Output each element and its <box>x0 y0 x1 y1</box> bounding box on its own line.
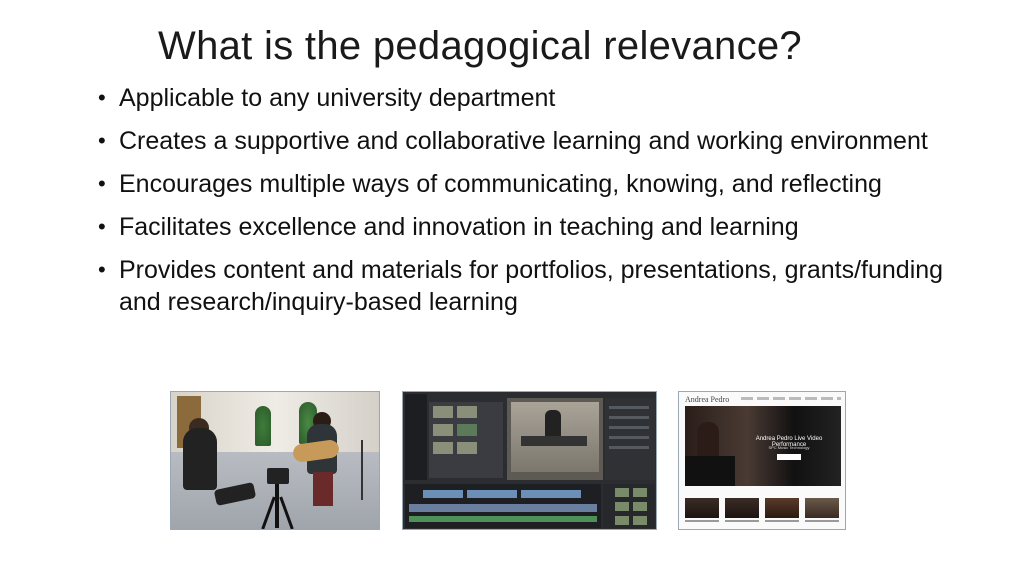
photo-mic-stand <box>361 440 363 500</box>
inspector-row <box>609 406 649 409</box>
slide-title: What is the pedagogical relevance? <box>158 24 802 68</box>
timeline-clip <box>467 490 517 498</box>
editor-browser-thumb <box>433 406 453 418</box>
timeline-clip <box>409 504 597 512</box>
bullet-icon: • <box>98 85 106 110</box>
bullet-text: Encourages multiple ways of communicatin… <box>119 170 882 198</box>
website-video-thumb <box>765 498 799 518</box>
website-video-caption <box>765 520 799 522</box>
bullet-text: Provides content and materials for portf… <box>119 256 944 316</box>
bullet-text: Facilitates excellence and innovation in… <box>119 213 799 241</box>
timeline-audio <box>409 516 597 522</box>
website-screenshot: Andrea Pedro Andrea Pedro Live Video Per… <box>678 391 846 530</box>
website-video-caption <box>685 520 719 522</box>
editor-browser-thumb <box>457 406 477 418</box>
photo-camera <box>267 468 289 484</box>
bullet-icon: • <box>98 128 106 153</box>
website-video-thumb <box>685 498 719 518</box>
website-hero-button <box>777 454 801 460</box>
website-hero-subtitle: SPC Music Technology <box>768 445 810 450</box>
bullet-item: • Applicable to any university department <box>98 82 978 114</box>
bullet-item: • Encourages multiple ways of communicati… <box>98 168 978 200</box>
website-video-thumb <box>725 498 759 518</box>
website-hero-piano <box>685 456 735 486</box>
recording-session-photo <box>170 391 380 530</box>
editor-browser-thumb <box>457 424 477 436</box>
inspector-row <box>609 426 649 429</box>
photo-legs <box>313 472 333 506</box>
bullet-icon: • <box>98 257 106 282</box>
editor-browser-thumb <box>433 424 453 436</box>
bullet-item: • Provides content and materials for port… <box>98 254 978 318</box>
editor-effects-panel <box>603 484 655 528</box>
website-video-thumb <box>805 498 839 518</box>
timeline-clip <box>521 490 581 498</box>
effect-thumb <box>615 516 629 525</box>
effect-thumb <box>615 488 629 497</box>
editor-inspector <box>605 398 655 480</box>
effect-thumb <box>633 488 647 497</box>
editor-library-panel <box>405 394 427 480</box>
effect-thumb <box>633 502 647 511</box>
image-strip: Andrea Pedro Andrea Pedro Live Video Per… <box>0 391 1024 531</box>
editor-viewer-instrument <box>521 436 587 446</box>
bullet-text: Applicable to any university department <box>119 84 556 112</box>
website-video-caption <box>805 520 839 522</box>
photo-person-kneeling <box>183 428 217 490</box>
bullet-icon: • <box>98 214 106 239</box>
inspector-row <box>609 436 649 439</box>
website-video-caption <box>725 520 759 522</box>
bullet-text: Creates a supportive and collaborative l… <box>119 127 928 155</box>
timeline-clip <box>423 490 463 498</box>
photo-plant <box>255 406 271 446</box>
website-nav <box>741 397 841 400</box>
slide: What is the pedagogical relevance? • Appl… <box>0 0 1024 576</box>
editor-browser-thumb <box>433 442 453 454</box>
bullet-icon: • <box>98 171 106 196</box>
bullet-item: • Facilitates excellence and innovation i… <box>98 211 978 243</box>
bullet-item: • Creates a supportive and collaborative … <box>98 125 978 157</box>
effect-thumb <box>615 502 629 511</box>
website-name: Andrea Pedro <box>685 395 730 404</box>
inspector-row <box>609 416 649 419</box>
effect-thumb <box>633 516 647 525</box>
video-editor-screenshot <box>402 391 657 530</box>
bullet-list: • Applicable to any university department… <box>98 82 978 329</box>
editor-browser-thumb <box>457 442 477 454</box>
inspector-row <box>609 446 649 449</box>
